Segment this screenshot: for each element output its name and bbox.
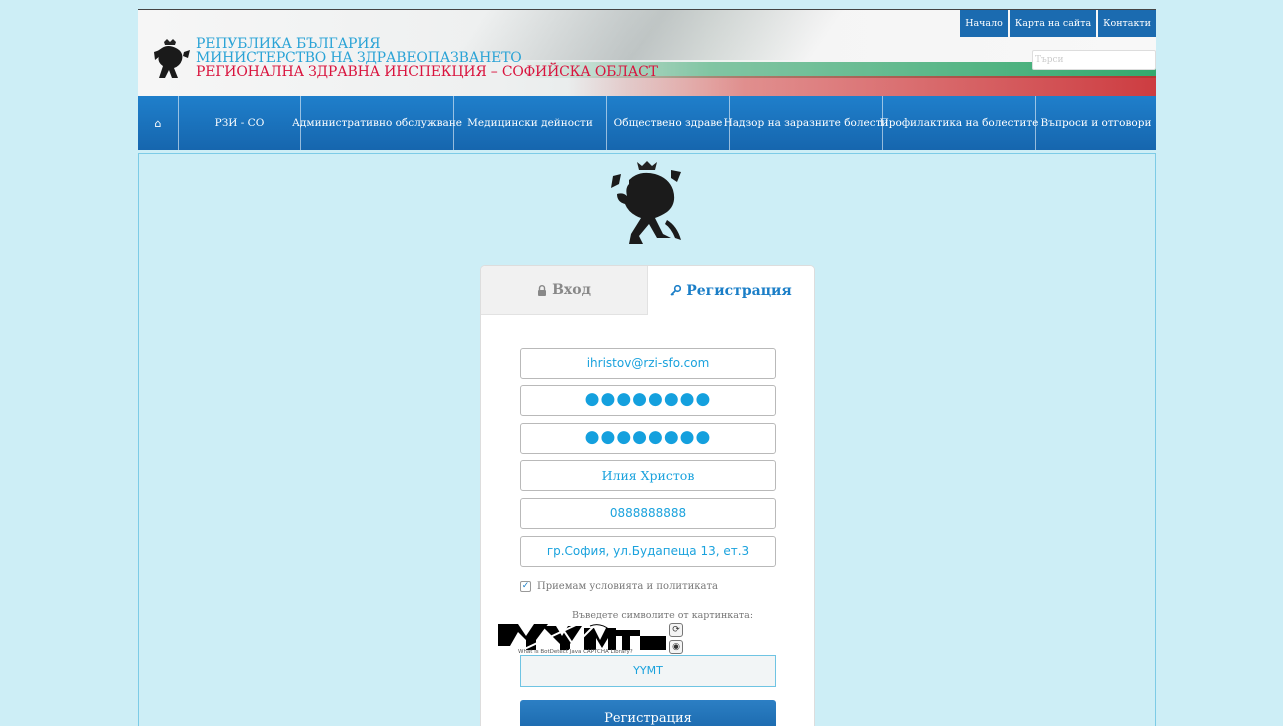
nav-item-public-health[interactable]: Обществено здраве (607, 96, 730, 150)
terms-checkbox-row[interactable]: ✓ Приемам условията и политиката (520, 581, 718, 592)
nav-item-faq[interactable]: Въпроси и отговори (1036, 96, 1156, 150)
nav-item-prevention[interactable]: Профилактика на болестите (880, 96, 1038, 150)
reload-icon: ⟳ (672, 625, 680, 635)
nav-item-rzi[interactable]: РЗИ - СО (179, 96, 301, 150)
home-icon: ⌂ (154, 116, 162, 130)
register-button[interactable]: Регистрация (520, 700, 776, 726)
title-inspection: РЕГИОНАЛНА ЗДРАВНА ИНСПЕКЦИЯ – СОФИЙСКА … (196, 64, 658, 80)
password-field[interactable]: ●●●●●●●● (520, 385, 776, 416)
captcha-image (498, 622, 668, 652)
site-title: РЕПУБЛИКА БЪЛГАРИЯ МИНИСТЕРСТВО НА ЗДРАВ… (196, 37, 658, 79)
nav-item-infectious[interactable]: Надзор на заразните болести (724, 96, 888, 150)
auth-card: Вход Регистрация ihristov@rzi-sfo.com ●●… (480, 265, 815, 726)
title-ministry: МИНИСТЕРСТВО НА ЗДРАВЕОПАЗВАНЕТО (196, 50, 522, 66)
captcha-label: Въведете символите от картинката: (571, 610, 754, 621)
lock-icon (538, 284, 547, 296)
main-nav: ⌂ РЗИ - СО Административно обслужване Ме… (138, 96, 1156, 150)
email-field[interactable]: ihristov@rzi-sfo.com (520, 348, 776, 379)
tab-login-label: Вход (552, 282, 591, 298)
tab-register-label: Регистрация (686, 282, 792, 299)
coat-of-arms-icon (154, 39, 190, 78)
nav-item-admin[interactable]: Административно обслужване (292, 96, 462, 150)
nav-item-medical[interactable]: Медицински дейности (454, 96, 607, 150)
captcha-reload-button[interactable]: ⟳ (669, 623, 683, 637)
link-home[interactable]: Начало (960, 10, 1008, 37)
captcha-audio-button[interactable]: ◉ (669, 640, 683, 654)
tab-register[interactable]: Регистрация (648, 266, 814, 315)
speaker-icon: ◉ (672, 642, 680, 652)
terms-checkbox[interactable]: ✓ (520, 581, 531, 592)
link-contacts[interactable]: Контакти (1098, 10, 1156, 37)
key-icon (670, 285, 682, 296)
search-input[interactable]: Търси (1032, 50, 1156, 70)
phone-field[interactable]: 0888888888 (520, 498, 776, 529)
name-field[interactable]: Илия Христов (520, 460, 776, 491)
top-links: Начало Карта на сайта Контакти (960, 10, 1156, 37)
coat-of-arms-large-icon (611, 161, 681, 244)
auth-tabs: Вход Регистрация (481, 266, 814, 315)
captcha-input[interactable]: YYMT (520, 655, 776, 687)
site-header: РЕПУБЛИКА БЪЛГАРИЯ МИНИСТЕРСТВО НА ЗДРАВ… (138, 10, 1156, 96)
title-republic: РЕПУБЛИКА БЪЛГАРИЯ (196, 36, 381, 52)
link-sitemap[interactable]: Карта на сайта (1009, 10, 1097, 37)
tab-login[interactable]: Вход (481, 266, 648, 315)
terms-label: Приемам условията и политиката (537, 581, 718, 592)
nav-home[interactable]: ⌂ (138, 96, 179, 150)
password-confirm-field[interactable]: ●●●●●●●● (520, 423, 776, 454)
address-field[interactable]: гр.София, ул.Будапеща 13, ет.3 (520, 536, 776, 567)
